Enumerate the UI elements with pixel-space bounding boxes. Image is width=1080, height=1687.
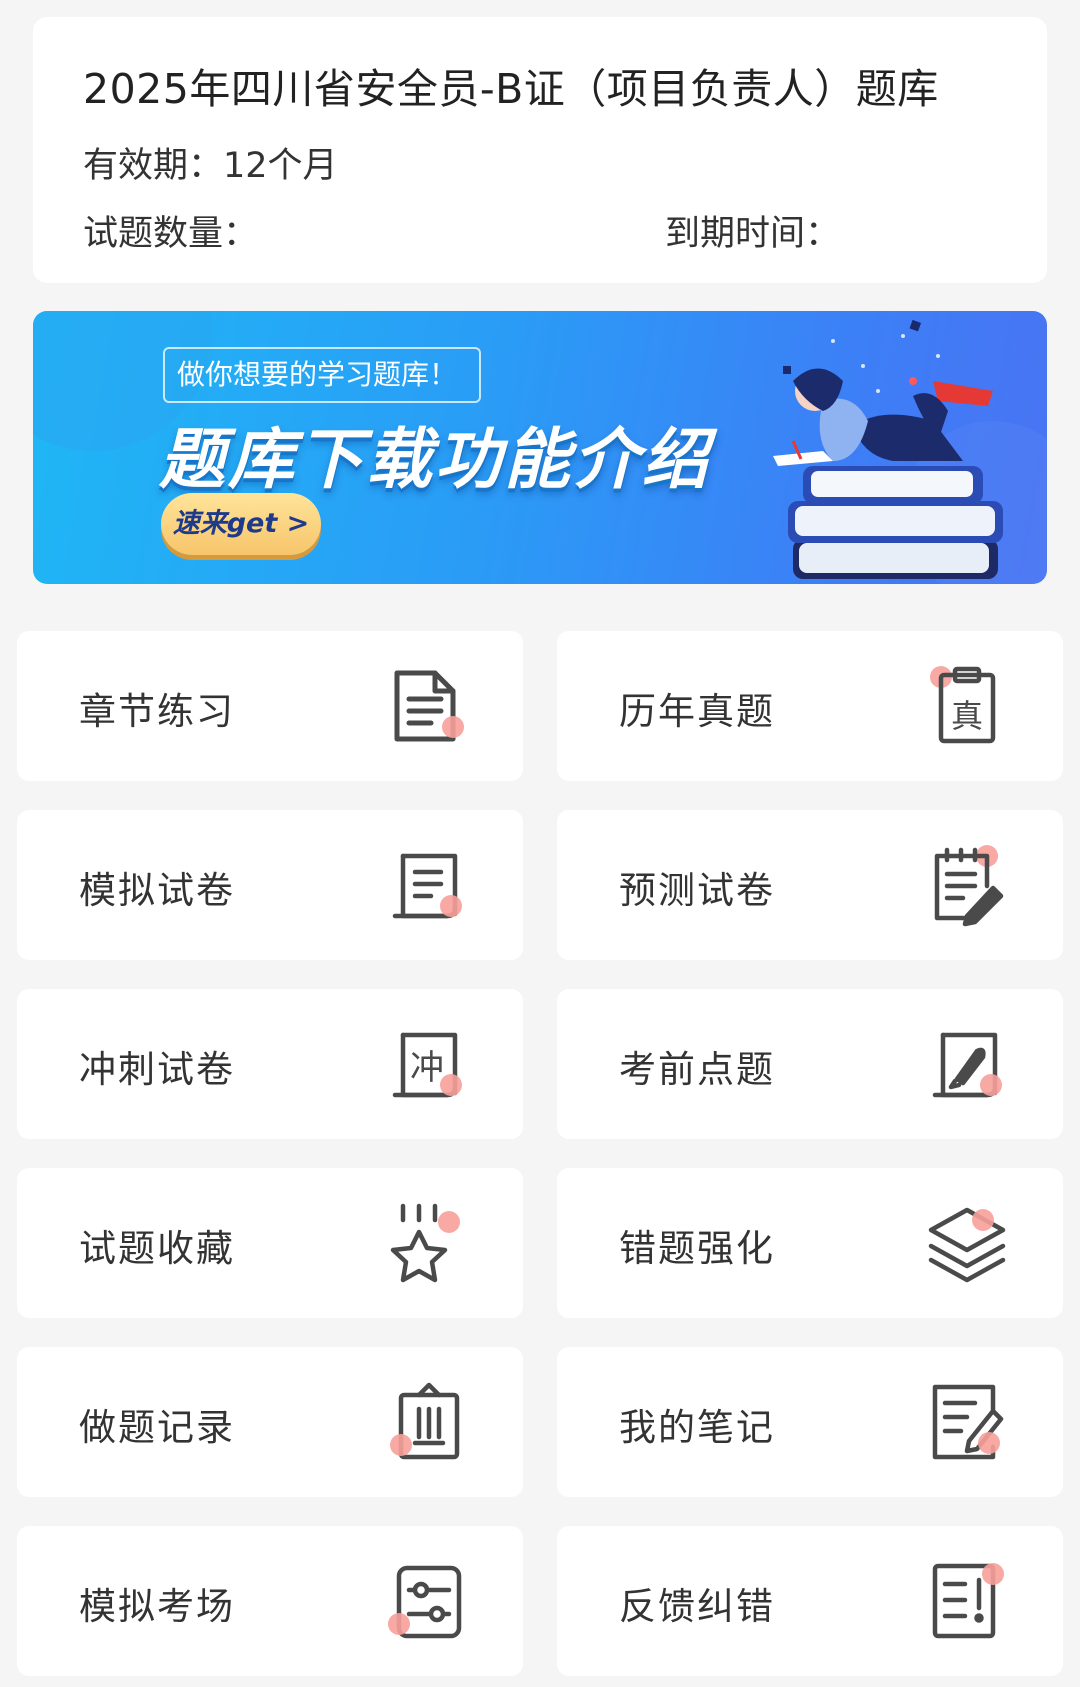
menu-label: 冲刺试卷 xyxy=(79,1048,235,1091)
question-bank-title: 2025年四川省安全员-B证（项目负责人）题库 xyxy=(83,65,939,113)
feedback-icon xyxy=(927,1560,1007,1642)
svg-text:真: 真 xyxy=(951,697,983,735)
menu-label: 模拟试卷 xyxy=(79,869,235,912)
menu-label: 考前点题 xyxy=(619,1048,775,1091)
menu-label: 模拟考场 xyxy=(79,1585,235,1628)
menu-label: 预测试卷 xyxy=(619,869,775,912)
validity-label: 有效期： xyxy=(83,146,224,186)
menu-mock-paper[interactable]: 模拟试卷 xyxy=(17,810,523,960)
menu-forecast-paper[interactable]: 预测试卷 xyxy=(557,810,1063,960)
menu-label: 试题收藏 xyxy=(79,1227,235,1270)
menu-my-notes[interactable]: 我的笔记 xyxy=(557,1347,1063,1497)
menu-chapter-practice[interactable]: 章节练习 xyxy=(17,631,523,781)
menu-label: 历年真题 xyxy=(619,690,775,733)
svg-text:冲: 冲 xyxy=(410,1048,444,1088)
banner-get-button[interactable]: 速来get > xyxy=(161,493,321,555)
menu-practice-record[interactable]: 做题记录 xyxy=(17,1347,523,1497)
menu-label: 章节练习 xyxy=(79,690,235,733)
notepad-pen-icon xyxy=(927,844,1007,927)
menu-favorites[interactable]: 试题收藏 xyxy=(17,1168,523,1318)
sliders-icon xyxy=(387,1560,467,1642)
menu-wrong-questions[interactable]: 错题强化 xyxy=(557,1168,1063,1318)
expire-time-label: 到期时间： xyxy=(665,214,841,254)
menu-feedback[interactable]: 反馈纠错 xyxy=(557,1526,1063,1676)
document-icon xyxy=(387,665,467,747)
scroll-chong-icon: 冲 xyxy=(387,1023,467,1105)
menu-pre-exam-tips[interactable]: 考前点题 xyxy=(557,989,1063,1139)
banner-title: 题库下载功能介绍 xyxy=(159,421,711,498)
menu-label: 错题强化 xyxy=(619,1227,775,1270)
validity-row: 有效期：12个月 xyxy=(83,137,338,188)
clipboard-zhen-icon: 真 xyxy=(927,665,1007,747)
scroll-rocket-icon xyxy=(927,1023,1007,1105)
scroll-icon xyxy=(387,844,467,926)
star-icon xyxy=(387,1202,467,1284)
question-bank-info-card: 2025年四川省安全员-B证（项目负责人）题库 有效期：12个月 试题数量： 到… xyxy=(33,17,1047,283)
validity-value: 12个月 xyxy=(223,146,338,186)
layers-icon xyxy=(927,1202,1007,1284)
clipboard-record-icon xyxy=(387,1381,467,1463)
download-feature-banner[interactable]: 做你想要的学习题库！ 题库下载功能介绍 速来get > xyxy=(33,311,1047,584)
menu-past-exams[interactable]: 历年真题 真 xyxy=(557,631,1063,781)
banner-subtitle: 做你想要的学习题库！ xyxy=(163,347,481,403)
question-count-label: 试题数量： xyxy=(83,214,259,254)
menu-label: 做题记录 xyxy=(79,1406,235,1449)
menu-mock-exam-room[interactable]: 模拟考场 xyxy=(17,1526,523,1676)
menu-label: 我的笔记 xyxy=(619,1406,775,1449)
menu-label: 反馈纠错 xyxy=(619,1585,775,1628)
note-edit-icon xyxy=(927,1381,1007,1463)
menu-sprint-paper[interactable]: 冲刺试卷 冲 xyxy=(17,989,523,1139)
